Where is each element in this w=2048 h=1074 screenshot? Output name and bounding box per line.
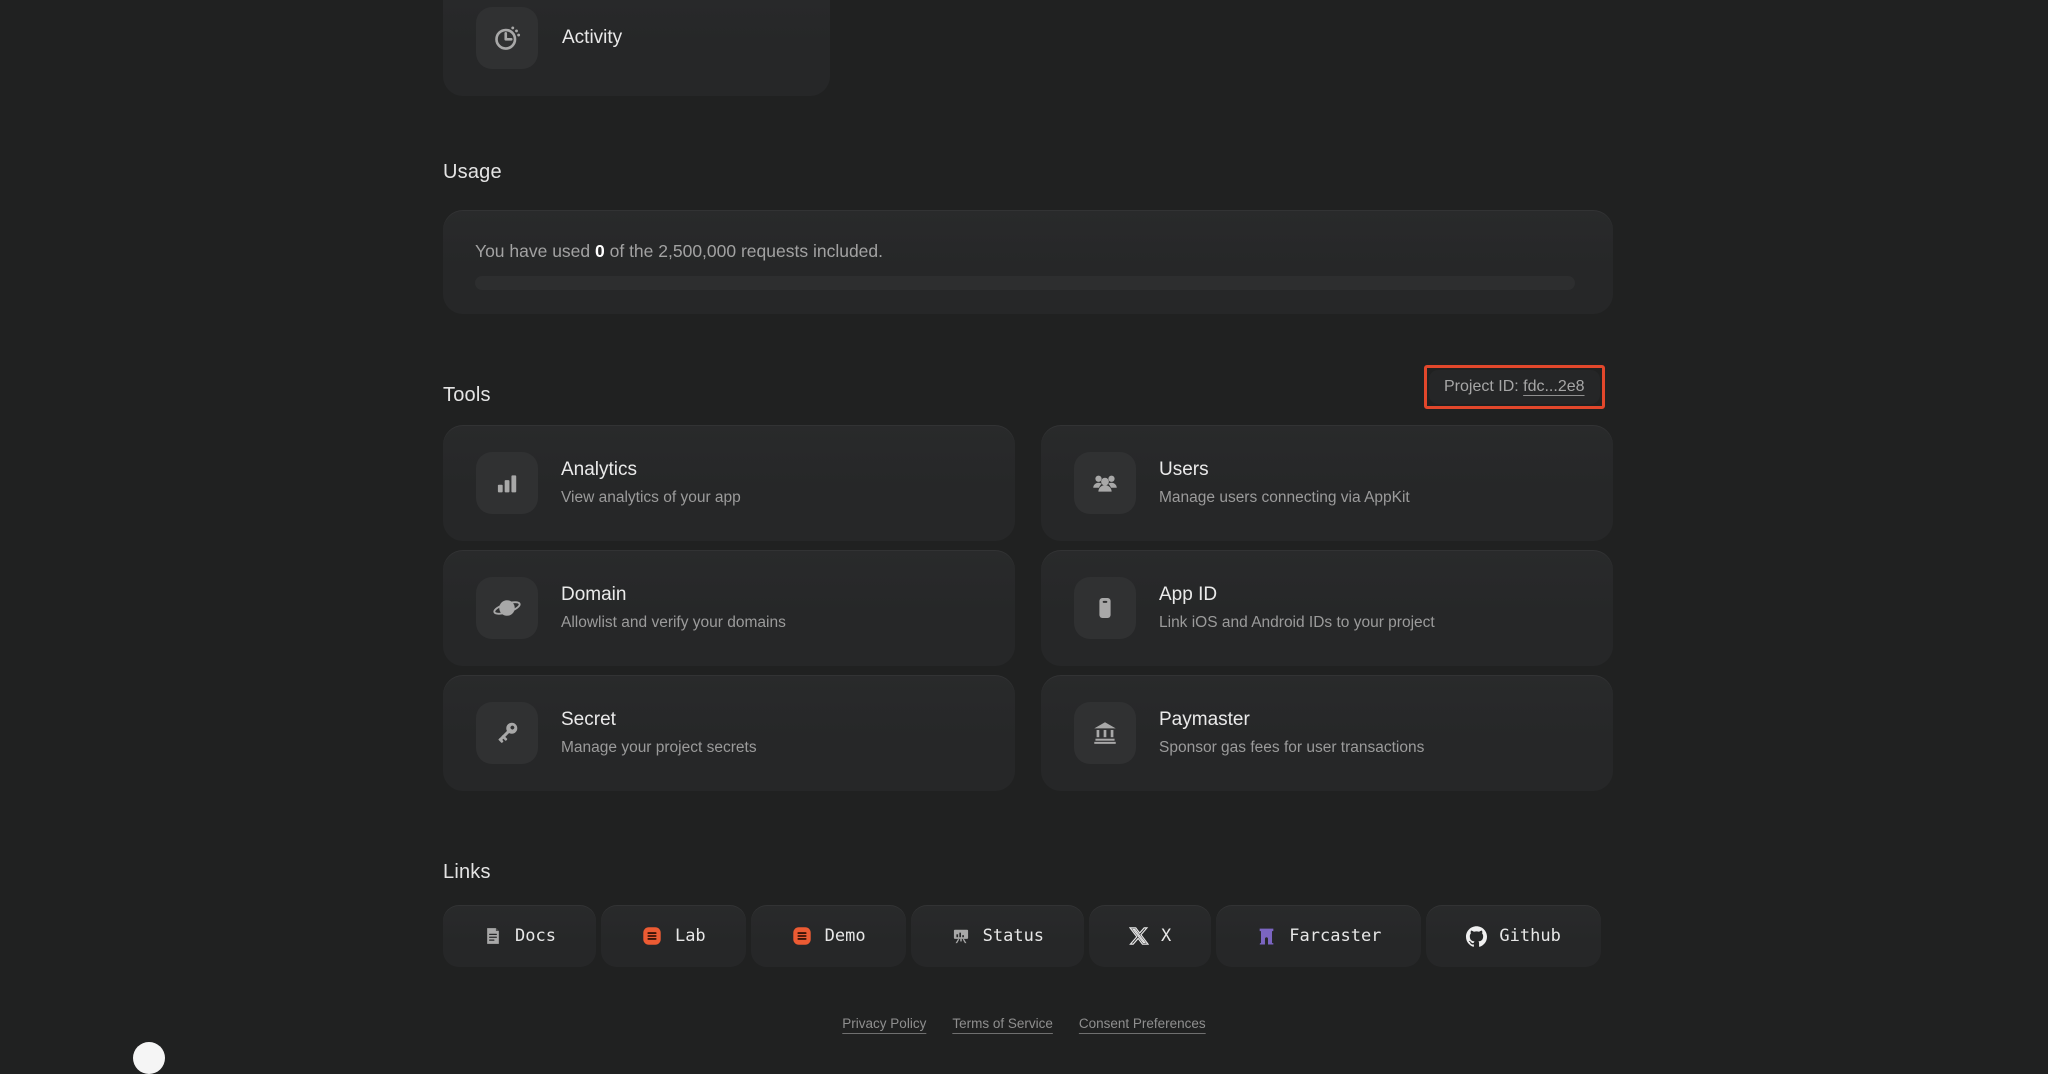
links-row: Docs Lab Demo Status X Farcaster Github: [443, 905, 1613, 967]
activity-card-label: Activity: [562, 27, 623, 48]
links-heading: Links: [443, 861, 491, 883]
tool-title: Analytics: [561, 459, 638, 480]
timer-icon: [476, 7, 538, 69]
link-button-lab[interactable]: Lab: [600, 905, 746, 967]
activity-card[interactable]: Activity: [443, 0, 830, 96]
link-button-label: Lab: [674, 926, 706, 946]
tool-subtitle: Manage your project secrets: [561, 739, 757, 756]
project-id-label: Project ID:: [1444, 378, 1524, 395]
chat-widget-dot[interactable]: [133, 1042, 165, 1074]
tool-card-analytics[interactable]: Analytics View analytics of your app: [443, 425, 1015, 541]
footer-link-terms-of-service[interactable]: Terms of Service: [952, 1016, 1053, 1031]
x-logo-icon: [1129, 926, 1150, 946]
tool-card-domain[interactable]: Domain Allowlist and verify your domains: [443, 550, 1015, 666]
usage-summary: You have used 0 of the 2,500,000 request…: [475, 241, 884, 261]
github-icon: [1466, 925, 1488, 947]
link-button-docs[interactable]: Docs: [443, 905, 596, 967]
tool-title: App ID: [1159, 584, 1218, 605]
usage-heading: Usage: [443, 161, 502, 183]
footer-links: Privacy Policy Terms of Service Consent …: [0, 1016, 2048, 1031]
farcaster-icon: [1256, 926, 1277, 947]
key-icon: [476, 702, 538, 764]
project-id-badge[interactable]: Project ID: fdc...2e8: [1429, 370, 1600, 404]
tool-card-app-id[interactable]: App ID Link iOS and Android IDs to your …: [1041, 550, 1613, 666]
link-button-label: Github: [1499, 926, 1561, 946]
tool-title: Paymaster: [1159, 709, 1250, 730]
annotation-highlight-box: Project ID: fdc...2e8: [1424, 365, 1605, 409]
link-button-x[interactable]: X: [1089, 905, 1212, 967]
link-button-status[interactable]: Status: [910, 905, 1085, 967]
usage-card: You have used 0 of the 2,500,000 request…: [443, 210, 1613, 314]
tool-subtitle: View analytics of your app: [561, 489, 741, 506]
tool-title: Domain: [561, 584, 627, 605]
users-icon: [1074, 452, 1136, 514]
usage-used-count: 0: [595, 241, 605, 261]
planet-icon: [476, 577, 538, 639]
tool-subtitle: Manage users connecting via AppKit: [1159, 489, 1410, 506]
link-button-farcaster[interactable]: Farcaster: [1216, 905, 1422, 967]
docs-icon: [483, 926, 503, 946]
tools-grid: Analytics View analytics of your app Use…: [443, 425, 1613, 791]
status-board-icon: [951, 926, 971, 946]
reown-lab-icon: [641, 925, 663, 947]
tool-subtitle: Sponsor gas fees for user transactions: [1159, 739, 1425, 756]
link-button-github[interactable]: Github: [1426, 905, 1601, 967]
bar-chart-icon: [476, 452, 538, 514]
phone-icon: [1074, 577, 1136, 639]
bank-icon: [1074, 702, 1136, 764]
tools-heading: Tools: [443, 384, 491, 406]
link-button-label: Farcaster: [1289, 926, 1382, 946]
tool-title: Secret: [561, 709, 616, 730]
link-button-label: Docs: [515, 926, 556, 946]
reown-demo-icon: [791, 925, 813, 947]
main-content: Activity Usage You have used 0 of the 2,…: [443, 0, 1613, 1057]
usage-progress-bar: [475, 276, 1575, 290]
project-id-value[interactable]: fdc...2e8: [1523, 378, 1584, 395]
link-button-label: Status: [982, 926, 1045, 946]
footer-link-consent-preferences[interactable]: Consent Preferences: [1079, 1016, 1206, 1031]
tool-card-paymaster[interactable]: Paymaster Sponsor gas fees for user tran…: [1041, 675, 1613, 791]
footer-link-privacy-policy[interactable]: Privacy Policy: [842, 1016, 926, 1031]
tool-subtitle: Allowlist and verify your domains: [561, 614, 786, 631]
tool-card-users[interactable]: Users Manage users connecting via AppKit: [1041, 425, 1613, 541]
tool-title: Users: [1159, 459, 1209, 480]
link-button-label: Demo: [824, 926, 866, 946]
tool-subtitle: Link iOS and Android IDs to your project: [1159, 614, 1435, 631]
tool-card-secret[interactable]: Secret Manage your project secrets: [443, 675, 1015, 791]
link-button-label: X: [1161, 926, 1172, 946]
link-button-demo[interactable]: Demo: [750, 905, 906, 967]
